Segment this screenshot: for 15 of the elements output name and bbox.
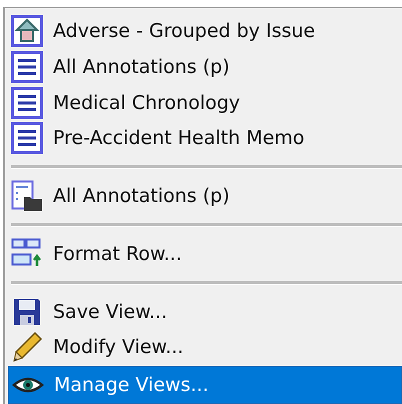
menu-item[interactable]: Medical Chronology (8, 84, 402, 120)
house-icon (11, 14, 43, 47)
list-icon (11, 86, 43, 119)
menu-item[interactable]: All Annotations (p) (8, 178, 402, 214)
pencil-icon (11, 331, 43, 364)
menu-item[interactable]: Pre-Accident Health Memo (8, 120, 402, 156)
menu-item[interactable]: Modify View... (8, 329, 402, 366)
document-folder-icon (11, 180, 43, 212)
menu-item[interactable]: Manage Views... (8, 366, 402, 404)
menu-item[interactable]: Adverse - Grouped by Issue (8, 13, 402, 49)
list-icon (11, 50, 43, 83)
list-icon (11, 122, 43, 154)
menu-item[interactable]: Format Row... (8, 236, 402, 272)
menu-item[interactable]: Save View... (8, 294, 402, 330)
menu-item[interactable]: All Annotations (p) (8, 48, 402, 85)
